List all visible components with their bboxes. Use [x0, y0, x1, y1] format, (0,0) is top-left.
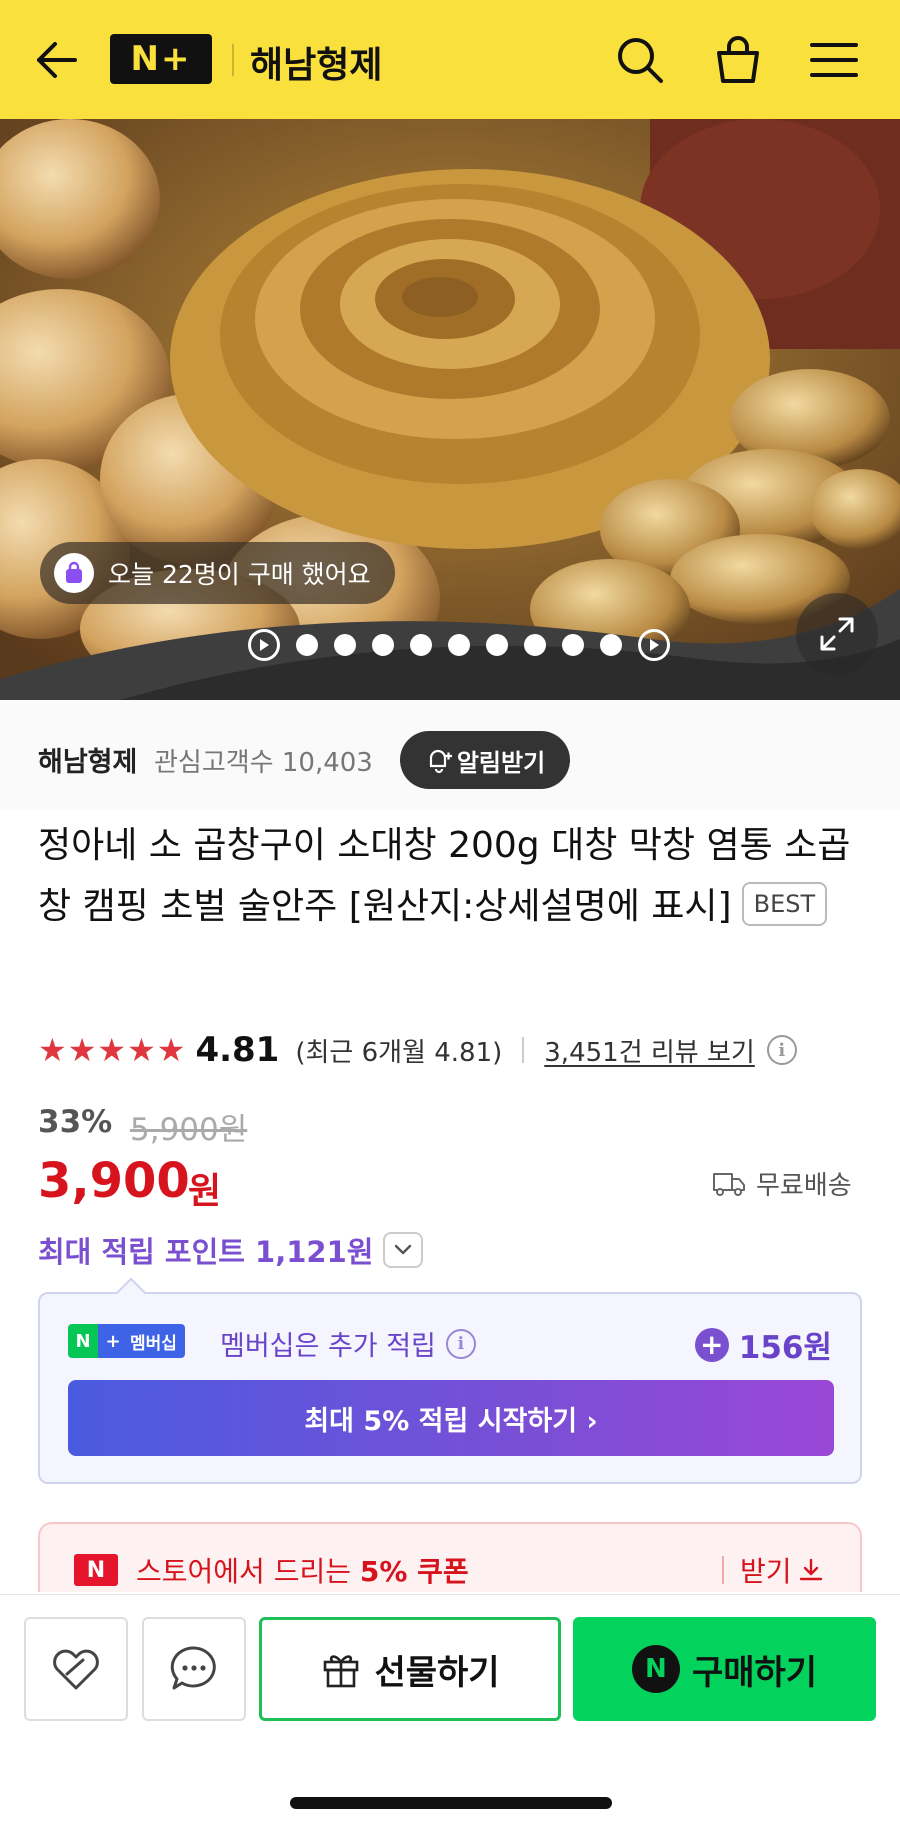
badge-plus: + [98, 1324, 128, 1358]
membership-points-value: 156원 [738, 1330, 832, 1366]
product-image-carousel[interactable]: 오늘 22명이 구매 했어요 [0, 119, 900, 700]
shopping-bag-icon[interactable] [708, 30, 768, 90]
membership-start-button[interactable]: 최대 5% 적립 시작하기 › [68, 1380, 834, 1456]
membership-points: + 156원 [694, 1322, 832, 1367]
carousel-dot[interactable] [486, 634, 508, 656]
seller-name[interactable]: 해남형제 [38, 740, 137, 779]
rating-stars: ★ ★ ★ ★ ★ [38, 1034, 185, 1066]
carousel-dot[interactable] [448, 634, 470, 656]
store-name[interactable]: 해남형제 [250, 36, 382, 88]
star-icon: ★ [97, 1031, 127, 1069]
naver-store-logo: N [74, 1554, 118, 1586]
coupon-text: 스토어에서 드리는 5% 쿠폰 [136, 1550, 469, 1590]
naver-plus-logo[interactable]: N+ [110, 34, 212, 84]
info-icon[interactable]: i [445, 1328, 476, 1359]
play-icon[interactable] [248, 629, 280, 661]
membership-text-label: 멤버십은 추가 적립 [220, 1331, 436, 1362]
naver-pay-logo: N [631, 1645, 680, 1693]
max-points[interactable]: 최대 적립 포인트 1,121원 [38, 1229, 424, 1271]
purchase-notice-pill: 오늘 22명이 구매 했어요 [40, 542, 395, 604]
coupon-text-bold: 5% 쿠폰 [359, 1555, 469, 1588]
price-unit: 원 [188, 1171, 222, 1212]
grilled-beef-intestine-photo [0, 119, 900, 700]
product-title-text: 정아네 소 곱창구이 소대창 200g 대창 막창 염통 소곱창 캠핑 초벌 술… [38, 825, 851, 927]
gift-label: 선물하기 [374, 1652, 500, 1693]
purchase-notice-text: 오늘 22명이 구매 했어요 [108, 560, 371, 589]
back-arrow-icon[interactable] [26, 30, 86, 90]
coupon-text-prefix: 스토어에서 드리는 [136, 1555, 360, 1588]
download-icon [799, 1558, 822, 1581]
membership-card: N + 멤버십 멤버십은 추가 적립 i + 156원 최대 5% 적립 시작하… [38, 1292, 862, 1484]
current-price: 3,900 [38, 1153, 190, 1209]
coupon-get-label: 받기 [740, 1555, 792, 1588]
home-indicator [290, 1797, 612, 1809]
heart-check-icon [53, 1649, 99, 1690]
free-shipping-label: 무료배송 [756, 1171, 852, 1201]
star-icon: ★ [127, 1031, 156, 1069]
gift-button[interactable]: 선물하기 [259, 1617, 561, 1721]
membership-text: 멤버십은 추가 적립 i [220, 1324, 476, 1363]
divider [522, 1037, 525, 1063]
coupon-get-button[interactable]: 받기 [740, 1550, 824, 1590]
carousel-dot[interactable] [296, 634, 318, 656]
chat-button[interactable] [142, 1617, 246, 1721]
wishlist-button[interactable] [24, 1617, 128, 1721]
shopping-bag-icon [54, 553, 94, 593]
notify-button[interactable]: 알림받기 [400, 731, 570, 789]
best-badge: BEST [741, 882, 828, 926]
bell-plus-icon [429, 749, 452, 774]
carousel-dot[interactable] [600, 634, 622, 656]
carousel-dot[interactable] [410, 634, 432, 656]
logo-divider [232, 44, 234, 76]
badge-label: 멤버십 [128, 1324, 185, 1358]
rating-recent: (최근 6개월 4.81) [295, 1037, 503, 1068]
product-title: 정아네 소 곱창구이 소대창 200g 대창 막창 염통 소곱창 캠핑 초벌 술… [38, 815, 878, 937]
notify-label: 알림받기 [456, 748, 546, 777]
free-shipping: 무료배송 [712, 1165, 852, 1202]
carousel-dot[interactable] [562, 634, 584, 656]
truck-icon [713, 1172, 745, 1196]
divider [722, 1556, 724, 1584]
plus-icon: + [694, 1327, 729, 1362]
rating-score: 4.81 [195, 1030, 280, 1070]
info-icon[interactable]: i [766, 1035, 797, 1065]
carousel-dot[interactable] [334, 634, 356, 656]
coupon-banner[interactable]: N 스토어에서 드리는 5% 쿠폰 받기 [38, 1522, 862, 1592]
naver-plus-membership-badge: N + 멤버십 [68, 1324, 185, 1358]
reviews-link[interactable]: 3,451건 리뷰 보기 [544, 1032, 755, 1069]
badge-n: N [68, 1324, 98, 1358]
chevron-down-icon[interactable] [383, 1232, 424, 1268]
search-icon[interactable] [610, 30, 670, 90]
seller-followers: 관심고객수 10,403 [154, 748, 373, 778]
play-icon[interactable] [638, 629, 670, 661]
rating-row: ★ ★ ★ ★ ★ 4.81 (최근 6개월 4.81) 3,451건 리뷰 보… [38, 1028, 797, 1072]
bottom-action-bar: 선물하기 N 구매하기 [0, 1594, 900, 1828]
max-points-label: 최대 적립 포인트 1,121원 [38, 1235, 374, 1269]
star-icon: ★ [156, 1031, 186, 1069]
chat-bubble-icon [170, 1646, 216, 1690]
discount-rate: 33% [38, 1104, 113, 1140]
gift-icon [324, 1655, 359, 1688]
star-icon: ★ [67, 1031, 97, 1069]
expand-icon[interactable] [796, 593, 878, 675]
carousel-indicators[interactable] [248, 625, 670, 665]
star-icon: ★ [38, 1031, 67, 1069]
buy-label: 구매하기 [691, 1652, 818, 1693]
carousel-dot[interactable] [524, 634, 546, 656]
buy-button[interactable]: N 구매하기 [573, 1617, 876, 1721]
carousel-dot[interactable] [372, 634, 394, 656]
top-header: N+ 해남형제 [0, 0, 900, 119]
menu-icon[interactable] [804, 30, 864, 90]
original-price: 5,900원 [130, 1112, 248, 1148]
